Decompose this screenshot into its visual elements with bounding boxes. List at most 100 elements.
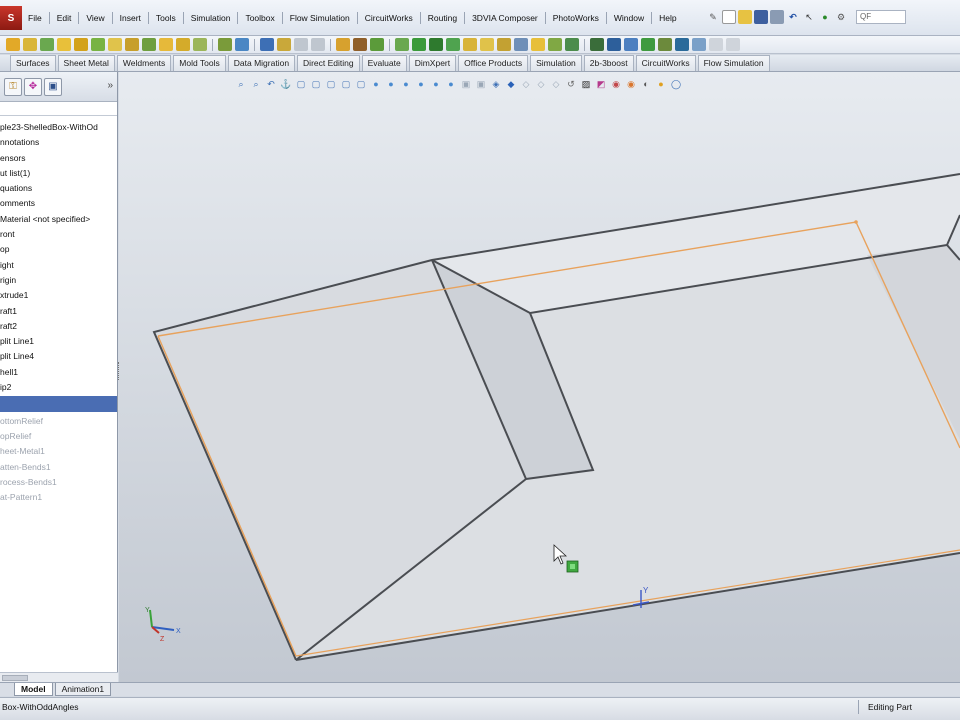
display-style-icon[interactable]: ▢	[310, 78, 322, 90]
chevron-right-icon[interactable]: »	[107, 80, 113, 91]
decals-icon[interactable]: ◐	[640, 78, 652, 90]
perspective-icon[interactable]: ●	[415, 78, 427, 90]
view-orientation-icon[interactable]: ▢	[295, 78, 307, 90]
toolbar-tool-icon[interactable]	[125, 38, 139, 51]
tab-data-migration[interactable]: Data Migration	[227, 55, 296, 71]
apply-scene-icon[interactable]: ▢	[355, 78, 367, 90]
toolbar-tool-icon[interactable]	[607, 38, 621, 51]
menu-view[interactable]: View	[80, 13, 110, 23]
open-icon[interactable]	[738, 10, 752, 24]
menu-circuitworks[interactable]: CircuitWorks	[359, 13, 419, 23]
tree-item[interactable]: ple23-ShelledBox-WithOd	[0, 120, 117, 135]
menu-edit[interactable]: Edit	[51, 13, 78, 23]
edit-appearance-icon[interactable]: ▢	[340, 78, 352, 90]
toolbar-tool-icon[interactable]	[91, 38, 105, 51]
options-icon[interactable]: ⚙	[834, 10, 848, 24]
toolbar-tool-icon[interactable]	[446, 38, 460, 51]
model-view[interactable]: Y X Y Z	[119, 72, 960, 682]
toolbar-tool-icon[interactable]	[412, 38, 426, 51]
front-view-icon[interactable]: ▣	[475, 78, 487, 90]
toolbar-tool-icon[interactable]	[193, 38, 207, 51]
solidworks-logo-icon[interactable]: S	[0, 6, 22, 30]
select-icon[interactable]: ↖	[802, 10, 816, 24]
tab-evaluate[interactable]: Evaluate	[361, 55, 407, 71]
toolbar-tool-icon[interactable]	[40, 38, 54, 51]
tab-model[interactable]: Model	[14, 683, 53, 696]
toolbar-tool-icon[interactable]	[370, 38, 384, 51]
menu-window[interactable]: Window	[608, 13, 650, 23]
graphics-area[interactable]: Y X Y Z	[119, 72, 960, 682]
property-manager-icon[interactable]: ⚿	[4, 77, 22, 96]
section-view-icon[interactable]: ⚓	[280, 78, 292, 90]
toolbar-tool-icon[interactable]	[23, 38, 37, 51]
toolbar-tool-icon[interactable]	[624, 38, 638, 51]
horizontal-scrollbar[interactable]	[0, 672, 118, 682]
toolbar-tool-icon[interactable]	[429, 38, 443, 51]
configuration-manager-icon[interactable]: ✥	[24, 77, 42, 96]
tab-direct-editing[interactable]: Direct Editing	[297, 55, 360, 71]
new-document-icon[interactable]	[722, 10, 736, 24]
scrollbar-thumb[interactable]	[2, 675, 28, 681]
search-input[interactable]: QF	[856, 10, 906, 24]
tab-circuitworks[interactable]: CircuitWorks	[635, 55, 696, 71]
menu-tools[interactable]: Tools	[150, 13, 182, 23]
ambient-occlusion-icon[interactable]: ●	[445, 78, 457, 90]
tree-item-suppressed[interactable]: atten-Bends1	[0, 460, 117, 475]
toolbar-tool-icon[interactable]	[692, 38, 706, 51]
appearance-icon[interactable]: ◉	[625, 78, 637, 90]
normal-to-icon[interactable]: ◇	[550, 78, 562, 90]
toolbar-tool-icon[interactable]	[74, 38, 88, 51]
tree-item-suppressed[interactable]: heet-Metal1	[0, 444, 117, 459]
tab-simulation[interactable]: Simulation	[530, 55, 582, 71]
shadows-icon[interactable]: ●	[400, 78, 412, 90]
tree-item[interactable]: ront	[0, 227, 117, 242]
tree-item[interactable]: op	[0, 242, 117, 257]
rebuild-icon[interactable]: ●	[818, 10, 832, 24]
previous-view-icon[interactable]: ↶	[265, 78, 277, 90]
toolbar-tool-icon[interactable]	[159, 38, 173, 51]
tab-surfaces[interactable]: Surfaces	[10, 55, 56, 71]
toolbar-tool-icon[interactable]	[590, 38, 604, 51]
menu-help[interactable]: Help	[653, 13, 682, 23]
toolbar-tool-icon[interactable]	[514, 38, 528, 51]
pin-icon[interactable]: ✎	[706, 10, 720, 24]
tab-animation1[interactable]: Animation1	[54, 683, 112, 696]
tree-filter[interactable]	[0, 102, 117, 116]
toolbar-tool-icon[interactable]	[260, 38, 274, 51]
dimetric-view-icon[interactable]: ◇	[535, 78, 547, 90]
tree-item[interactable]: raft1	[0, 304, 117, 319]
toolbar-tool-icon[interactable]	[218, 38, 232, 51]
toolbar-tool-icon[interactable]	[726, 38, 740, 51]
toolbar-tool-icon[interactable]	[641, 38, 655, 51]
toolbar-tool-icon[interactable]	[497, 38, 511, 51]
tree-item[interactable]: ight	[0, 258, 117, 273]
toolbar-tool-icon[interactable]	[480, 38, 494, 51]
rollback-bar[interactable]	[0, 396, 117, 412]
tree-item[interactable]: quations	[0, 181, 117, 196]
rotate-view-icon[interactable]: ↺	[565, 78, 577, 90]
menu-3dvia-composer[interactable]: 3DVIA Composer	[466, 13, 544, 23]
tab-dimxpert[interactable]: DimXpert	[408, 55, 457, 71]
tree-item[interactable]: nnotations	[0, 135, 117, 150]
toolbar-tool-icon[interactable]	[565, 38, 579, 51]
toolbar-tool-icon[interactable]	[142, 38, 156, 51]
menu-flow-simulation[interactable]: Flow Simulation	[284, 13, 356, 23]
tab-office-products[interactable]: Office Products	[458, 55, 529, 71]
zoom-to-fit-icon[interactable]: ⌕	[235, 78, 247, 90]
sketch-view-icon[interactable]: ▣	[460, 78, 472, 90]
hide-show-icon[interactable]: ▢	[325, 78, 337, 90]
tree-item[interactable]: xtrude1	[0, 288, 117, 303]
toolbar-tool-icon[interactable]	[531, 38, 545, 51]
tab-2b-3boost[interactable]: 2b-3boost	[583, 55, 634, 71]
realview-icon[interactable]: ◩	[595, 78, 607, 90]
tree-item[interactable]: ip2	[0, 380, 117, 395]
toolbar-tool-icon[interactable]	[658, 38, 672, 51]
tree-item[interactable]: ensors	[0, 151, 117, 166]
tree-item[interactable]: plit Line4	[0, 349, 117, 364]
view-settings-icon[interactable]: ●	[370, 78, 382, 90]
isometric-view-icon[interactable]: ◆	[505, 78, 517, 90]
menu-file[interactable]: File	[22, 13, 48, 23]
toolbar-tool-icon[interactable]	[709, 38, 723, 51]
toolbar-tool-icon[interactable]	[294, 38, 308, 51]
menu-toolbox[interactable]: Toolbox	[239, 13, 280, 23]
